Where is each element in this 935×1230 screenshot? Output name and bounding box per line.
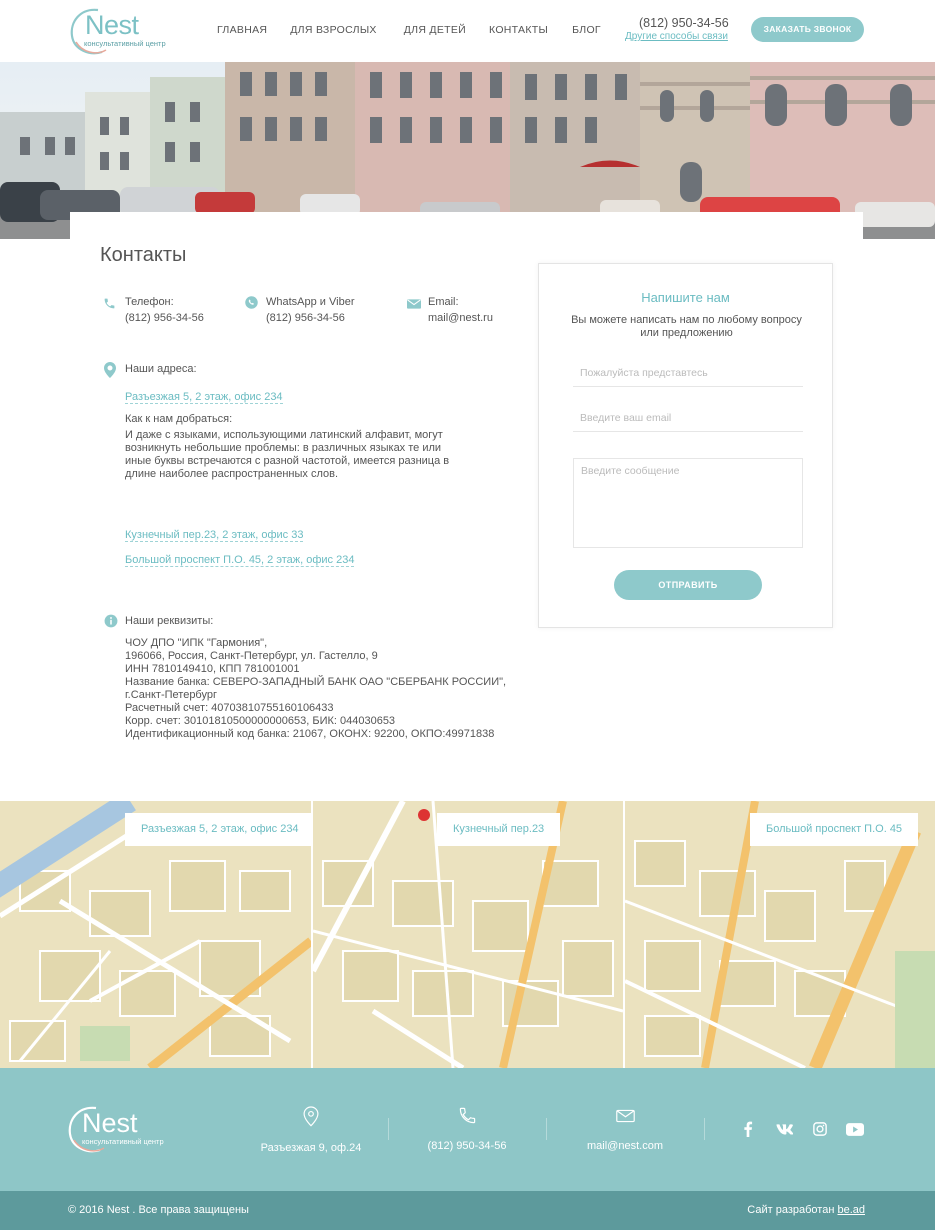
name-input[interactable]: Пожалуйста представтесь (573, 363, 803, 387)
nav-children[interactable]: ДЛЯ ДЕТЕЙ (404, 24, 466, 36)
whatsapp-label: WhatsApp и Viber (266, 296, 355, 308)
map-label-3: Большой проспект П.О. 45 (750, 813, 919, 846)
whatsapp-block: WhatsApp и Viber (812) 956-34-56 (266, 296, 354, 324)
nav-adults[interactable]: ДЛЯ ВЗРОСЛЫХ (290, 24, 376, 36)
footer-divider (388, 1118, 389, 1140)
footer: Nest консультативный центр Разъезжая 9, … (0, 1068, 935, 1191)
vk-icon[interactable] (775, 1124, 793, 1135)
footer-logo-word: Nest (82, 1108, 138, 1138)
location-pin-icon (104, 362, 116, 378)
map-label-2: Кузнечный пер.23 (437, 813, 561, 846)
whatsapp-icon (245, 296, 258, 309)
email-value[interactable]: mail@nest.ru (428, 312, 493, 324)
footer-divider (704, 1118, 705, 1140)
map-3[interactable]: Большой проспект П.О. 45 (625, 801, 935, 1068)
phone-icon (104, 298, 115, 309)
address-link-3[interactable]: Большой проспект П.О. 45, 2 этаж, офис 2… (125, 554, 355, 567)
footer-bottom-bar: © 2016 Nest . Все права защищены Сайт ра… (0, 1191, 935, 1230)
developer-link[interactable]: be.ad (837, 1204, 865, 1216)
form-description: Вы можете написать нам по любому вопросу… (571, 314, 802, 339)
directions-title: Как к нам добраться: (125, 413, 233, 425)
location-pin-icon (303, 1106, 319, 1127)
requisites-line: ЧОУ ДПО "ИПК "Гармония", (125, 637, 268, 649)
requisites-line: ИНН 7810149410, КПП 781001001 (125, 663, 300, 675)
submit-button[interactable]: ОТПРАВИТЬ (614, 570, 762, 600)
footer-divider (546, 1118, 547, 1140)
developer-credit: Сайт разработан be.ad (747, 1204, 865, 1216)
requisites-label: Наши реквизиты: (125, 615, 214, 627)
message-textarea[interactable]: Введите сообщение (573, 458, 803, 548)
phone-block: Телефон: (812) 956-34-56 (125, 296, 204, 324)
instagram-icon[interactable] (813, 1122, 827, 1136)
requisites-line: 196066, Россия, Санкт-Петербург, ул. Гас… (125, 650, 378, 662)
requisites-line: Название банка: СЕВЕРО-ЗАПАДНЫЙ БАНК ОАО… (125, 676, 507, 688)
nav-home[interactable]: ГЛАВНАЯ (217, 24, 267, 36)
youtube-icon[interactable] (846, 1123, 864, 1136)
addresses-label: Наши адреса: (125, 363, 197, 375)
logo-subtitle: консультативный центр (84, 39, 166, 48)
header-phone[interactable]: (812) 950-34-56 (639, 16, 729, 30)
footer-logo[interactable]: Nest консультативный центр (66, 1104, 176, 1154)
footer-phone: (812) 950-34-56 (408, 1106, 526, 1152)
email-input[interactable]: Введите ваш email (573, 408, 803, 432)
email-label: Email: (428, 296, 459, 308)
developer-text: Сайт разработан (747, 1204, 835, 1216)
email-block: Email: mail@nest.ru (428, 296, 493, 324)
header: Nest консультативный центр ГЛАВНАЯ ДЛЯ В… (0, 0, 935, 62)
phone-value[interactable]: (812) 956-34-56 (125, 312, 204, 324)
maps-strip: Разъезжая 5, 2 этаж, офис 234 Кузнечный … (0, 801, 935, 1068)
phone-icon (459, 1107, 475, 1124)
page-title: Контакты (100, 244, 187, 266)
footer-address-text: Разъезжая 9, оф.24 (260, 1142, 362, 1154)
footer-email-text[interactable]: mail@nest.com (566, 1140, 684, 1152)
directions-block: Как к нам добраться: И даже с языками, и… (125, 413, 465, 481)
requisites-line: Расчетный счет: 40703810755160106433 (125, 702, 334, 714)
copyright: © 2016 Nest . Все права защищены (68, 1204, 249, 1216)
footer-address: Разъезжая 9, оф.24 (252, 1106, 370, 1154)
map-label-1: Разъезжая 5, 2 этаж, офис 234 (125, 813, 311, 846)
info-icon (104, 614, 118, 628)
footer-email: mail@nest.com (566, 1106, 684, 1152)
email-icon (615, 1109, 635, 1123)
main-nav: ГЛАВНАЯ ДЛЯ ВЗРОСЛЫХ ДЛЯ ДЕТЕЙ КОНТАКТЫ … (206, 24, 601, 36)
other-contact-ways-link[interactable]: Другие способы связи (625, 31, 728, 42)
order-call-button[interactable]: ЗАКАЗАТЬ ЗВОНОК (751, 17, 864, 42)
requisites-text: ЧОУ ДПО "ИПК "Гармония", 196066, Россия,… (125, 637, 525, 741)
directions-text: И даже с языками, использующими латински… (125, 429, 450, 480)
footer-logo-subtitle: консультативный центр (82, 1137, 164, 1146)
footer-phone-text[interactable]: (812) 950-34-56 (408, 1140, 526, 1152)
contact-form: Напишите нам Вы можете написать нам по л… (538, 263, 833, 628)
facebook-icon[interactable] (743, 1121, 753, 1137)
nav-blog[interactable]: БЛОГ (572, 24, 601, 36)
logo[interactable]: Nest консультативный центр (68, 6, 178, 56)
requisites-line: Корр. счет: 30101810500000000653, БИК: 0… (125, 715, 396, 727)
nav-contacts[interactable]: КОНТАКТЫ (489, 24, 548, 36)
requisites-line: Идентификационный код банка: 21067, ОКОН… (125, 728, 495, 740)
address-link-2[interactable]: Кузнечный пер.23, 2 этаж, офис 33 (125, 529, 304, 542)
email-icon (407, 299, 421, 309)
logo-word: Nest (85, 10, 139, 40)
address-link-1[interactable]: Разъезжая 5, 2 этаж, офис 234 (125, 391, 283, 404)
form-title: Напишите нам (641, 290, 730, 305)
map-2[interactable]: Кузнечный пер.23 (313, 801, 623, 1068)
map-1[interactable]: Разъезжая 5, 2 этаж, офис 234 (0, 801, 311, 1068)
phone-label: Телефон: (125, 296, 174, 308)
whatsapp-value[interactable]: (812) 956-34-56 (266, 312, 354, 324)
requisites-line: г.Санкт-Петербург (125, 689, 217, 701)
